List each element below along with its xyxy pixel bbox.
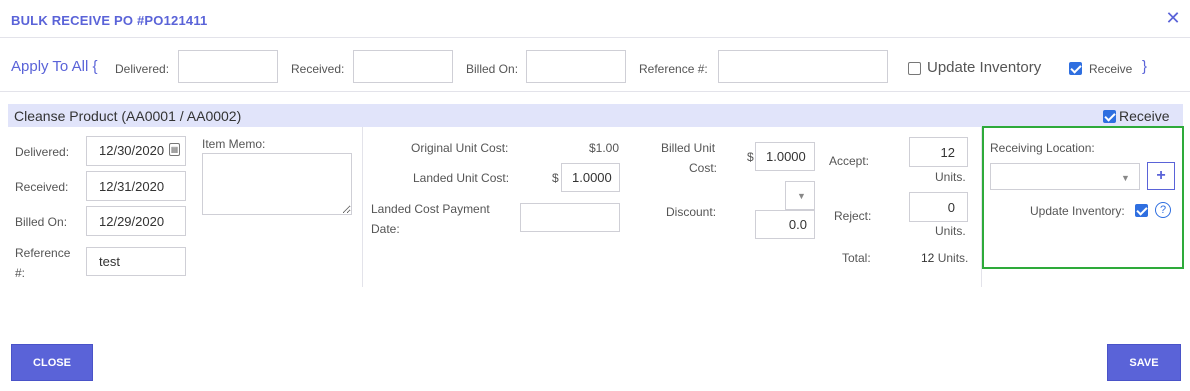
apply-divider <box>0 91 1190 92</box>
apply-update-inventory-label: Update Inventory <box>927 59 1042 76</box>
reference-label: Reference <box>15 246 71 260</box>
total-value: 12 Units. <box>921 251 968 265</box>
discount-label: Discount: <box>666 205 717 219</box>
chevron-down-icon: ▼ <box>1121 173 1130 183</box>
landed-unit-cost-label: Landed Unit Cost: <box>413 171 510 185</box>
landed-unit-cost-currency: $ <box>552 171 559 185</box>
reject-units: Units. <box>935 224 966 238</box>
accept-label: Accept: <box>829 154 870 168</box>
item-memo-label: Item Memo: <box>202 137 266 151</box>
received-date-input[interactable] <box>86 171 186 201</box>
close-button[interactable]: CLOSE <box>11 344 93 381</box>
total-count: 12 <box>921 251 935 265</box>
billed-unit-cost-input[interactable] <box>755 142 815 171</box>
plus-icon[interactable]: + <box>1147 162 1175 190</box>
discount-value-input[interactable] <box>755 210 815 239</box>
receiving-location-select[interactable]: ▼ <box>990 163 1140 190</box>
close-icon[interactable]: ✕ <box>1164 9 1182 27</box>
total-label: Total: <box>842 251 871 265</box>
billed-on-date-input[interactable] <box>86 206 186 236</box>
apply-billed-on-input[interactable] <box>526 50 626 83</box>
received-label: Received: <box>15 180 69 194</box>
accept-input[interactable] <box>909 137 968 167</box>
landed-cost-payment-date-input[interactable] <box>520 203 620 232</box>
update-inventory-checkbox[interactable] <box>1135 204 1148 217</box>
billed-unit-cost-label: Billed Unit <box>661 141 716 155</box>
product-receive-label: Receive <box>1119 108 1170 124</box>
delivered-label: Delivered: <box>15 145 70 159</box>
landed-unit-cost-input[interactable] <box>561 163 620 192</box>
billed-unit-cost-label-suffix: Cost: <box>689 161 718 175</box>
apply-received-label: Received: <box>291 62 345 76</box>
delivered-date-value: 12/30/2020 <box>99 143 165 158</box>
apply-update-inventory-checkbox[interactable] <box>908 62 921 75</box>
column-divider-1 <box>362 127 363 287</box>
apply-to-all-label: Apply To All { <box>11 58 98 75</box>
apply-received-input[interactable] <box>353 50 453 83</box>
landed-cost-payment-date-label-suffix: Date: <box>371 222 400 236</box>
modal-title: BULK RECEIVE PO #PO121411 <box>11 13 208 28</box>
reference-label-suffix: #: <box>15 266 26 280</box>
billed-on-label: Billed On: <box>15 215 68 229</box>
header-divider <box>0 37 1190 38</box>
receiving-location-label: Receiving Location: <box>990 141 1095 155</box>
original-unit-cost-label: Original Unit Cost: <box>411 141 509 155</box>
apply-billed-on-label: Billed On: <box>466 62 519 76</box>
product-title: Cleanse Product (AA0001 / AA0002) <box>14 108 242 124</box>
calendar-icon[interactable]: ▦ <box>169 143 180 156</box>
apply-reference-label: Reference #: <box>639 62 708 76</box>
save-button[interactable]: SAVE <box>1107 344 1181 381</box>
reference-input[interactable] <box>86 247 186 276</box>
apply-delivered-input[interactable] <box>178 50 278 83</box>
apply-close-brace: } <box>1142 58 1148 75</box>
question-icon[interactable]: ? <box>1155 202 1171 218</box>
billed-unit-cost-currency: $ <box>747 150 754 164</box>
reject-input[interactable] <box>909 192 968 222</box>
original-unit-cost-value: $1.00 <box>589 141 620 155</box>
landed-cost-payment-date-label: Landed Cost Payment <box>371 202 490 216</box>
apply-receive-checkbox[interactable] <box>1069 62 1082 75</box>
product-receive-checkbox[interactable] <box>1103 110 1116 123</box>
discount-type-select[interactable]: ▼ <box>785 181 815 210</box>
reject-label: Reject: <box>834 209 872 223</box>
apply-receive-label: Receive <box>1089 62 1133 76</box>
chevron-down-icon: ▼ <box>797 191 806 201</box>
update-inventory-label: Update Inventory: <box>1030 204 1125 218</box>
apply-delivered-label: Delivered: <box>115 62 170 76</box>
apply-reference-input[interactable] <box>718 50 888 83</box>
total-units: Units. <box>937 251 969 265</box>
accept-units: Units. <box>935 170 966 184</box>
item-memo-textarea[interactable] <box>202 153 352 215</box>
